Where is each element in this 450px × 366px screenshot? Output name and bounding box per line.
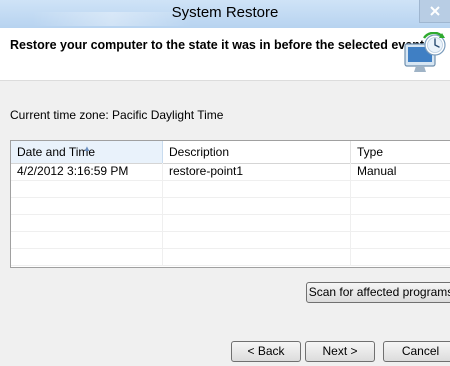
cell-type: Manual [357, 164, 397, 178]
column-header-date[interactable]: ▲ Date and Time [11, 141, 163, 163]
empty-cell [163, 197, 351, 214]
empty-cell [163, 180, 351, 197]
empty-cell [11, 231, 163, 248]
table-row-empty [11, 197, 450, 215]
cell-date: 4/2/2012 3:16:59 PM [11, 163, 163, 180]
empty-cell [163, 214, 351, 231]
table-row[interactable]: 4/2/2012 3:16:59 PM restore-point1 Manua… [11, 163, 450, 181]
empty-cell [351, 180, 450, 197]
cancel-button[interactable]: Cancel [383, 341, 450, 362]
timezone-label: Current time zone: Pacific Daylight Time [10, 108, 224, 122]
table-row-empty [11, 248, 450, 266]
cell-description: restore-point1 [163, 163, 351, 180]
table-row-empty [11, 231, 450, 249]
wizard-header: Restore your computer to the state it wa… [0, 28, 450, 81]
empty-cell [11, 180, 163, 197]
table-header: ▲ Date and Time Description Type [11, 141, 450, 164]
next-button[interactable]: Next > [305, 341, 375, 362]
back-button[interactable]: < Back [231, 341, 301, 362]
table-row-empty [11, 180, 450, 198]
page-heading: Restore your computer to the state it wa… [10, 38, 424, 52]
empty-cell [11, 214, 163, 231]
empty-cell [163, 231, 351, 248]
title-bar: System Restore [0, 0, 450, 28]
empty-cell [351, 231, 450, 248]
empty-cell [351, 248, 450, 265]
empty-cell [351, 214, 450, 231]
restore-point-table[interactable]: ▲ Date and Time Description Type 4/2/201… [10, 140, 450, 268]
empty-cell [351, 197, 450, 214]
table-row-empty [11, 214, 450, 232]
empty-cell [11, 197, 163, 214]
column-header-type[interactable]: Type [351, 141, 450, 163]
empty-cell [11, 248, 163, 265]
column-header-description[interactable]: Description [163, 141, 351, 163]
close-button[interactable] [419, 0, 450, 23]
system-restore-icon [404, 32, 446, 72]
sort-arrow-icon: ▲ [83, 144, 91, 153]
scan-affected-programs-button[interactable]: Scan for affected programs [306, 282, 450, 303]
empty-cell [163, 248, 351, 265]
close-icon [430, 6, 440, 16]
window-title: System Restore [171, 4, 279, 21]
